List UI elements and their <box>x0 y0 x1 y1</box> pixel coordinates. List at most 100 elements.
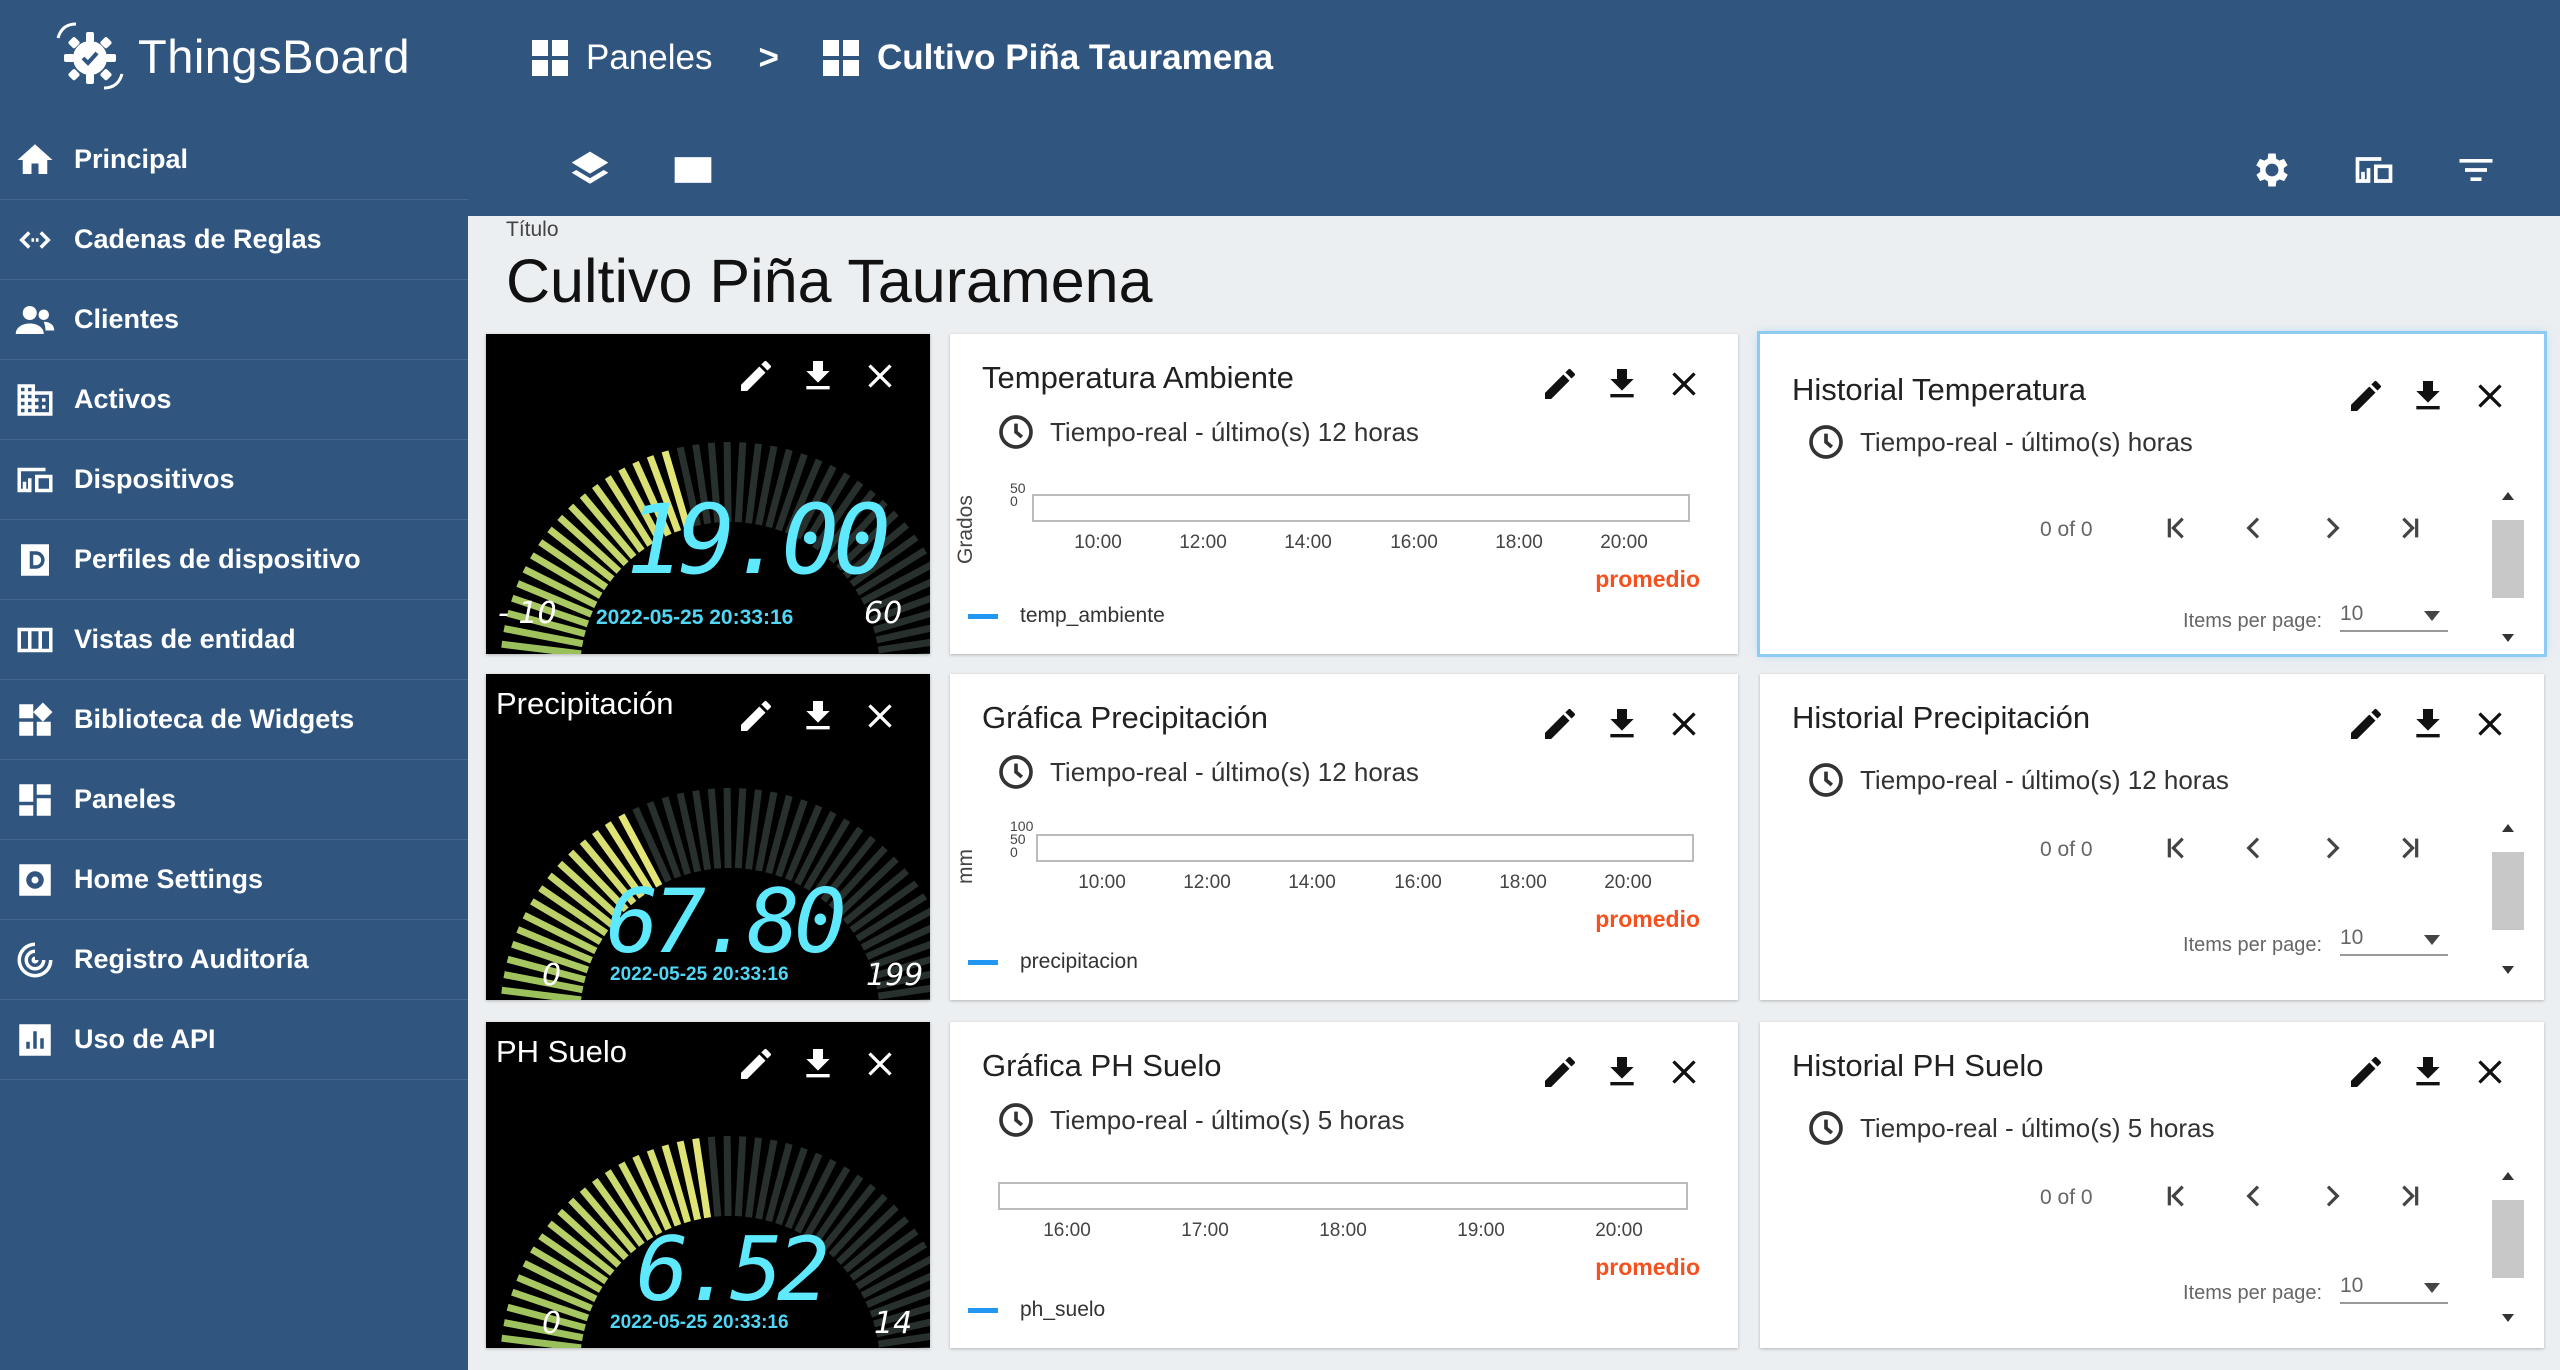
download-icon[interactable] <box>2408 1052 2448 1092</box>
download-icon[interactable] <box>2408 704 2448 744</box>
items-per-page-label: Items per page: <box>2183 934 2322 956</box>
sidebar-item-dispositivos[interactable]: Dispositivos <box>0 440 468 520</box>
chart-legend[interactable]: temp_ambiente <box>968 604 1165 628</box>
table-widget-historial-precipitacion[interactable]: Historial Precipitación Tiempo-real - úl… <box>1760 674 2544 1000</box>
scroll-down-icon[interactable] <box>2500 1312 2516 1324</box>
pagination-count: 0 of 0 <box>2040 518 2093 541</box>
app-logo[interactable]: ThingsBoard <box>52 18 410 94</box>
last-page-icon[interactable] <box>2394 512 2426 544</box>
gauge-min: 0 <box>542 958 562 993</box>
timewindow[interactable]: Tiempo-real - último(s) 12 horas <box>1806 760 2229 800</box>
gauge-value: 19.00 <box>626 484 891 596</box>
last-page-icon[interactable] <box>2394 832 2426 864</box>
chart-plot-area[interactable] <box>998 1182 1688 1210</box>
sidebar-item-home-settings[interactable]: Home Settings <box>0 840 468 920</box>
gauge-widget-temperatura[interactable]: 19.00 2022-05-25 20:33:16 - 10 60 <box>486 334 930 654</box>
caret-down-icon <box>2424 935 2440 945</box>
chart-plot-area[interactable] <box>1032 494 1690 522</box>
chevron-left-icon[interactable] <box>2238 1180 2270 1212</box>
gear-icon <box>2256 153 2288 187</box>
timewindow[interactable]: Tiempo-real - último(s) 12 horas <box>996 752 1419 792</box>
first-page-icon[interactable] <box>2160 832 2192 864</box>
chevron-right-icon[interactable] <box>2316 512 2348 544</box>
pencil-icon[interactable] <box>2346 1052 2386 1092</box>
pencil-icon[interactable] <box>2346 376 2386 416</box>
sidebar-item-clientes[interactable]: Clientes <box>0 280 468 360</box>
sidebar-item-perfiles-de-dispositivo[interactable]: Perfiles de dispositivo <box>0 520 468 600</box>
chart-widget-temperatura-ambiente[interactable]: Temperatura Ambiente Tiempo-real - últim… <box>950 334 1738 654</box>
sidebar-item-principal[interactable]: Principal <box>0 120 468 200</box>
sidebar-item-activos[interactable]: Activos <box>0 360 468 440</box>
chevron-left-icon[interactable] <box>2238 512 2270 544</box>
clock-icon <box>999 415 1033 449</box>
close-icon[interactable] <box>1664 704 1704 744</box>
sidebar-item-registro-auditoria[interactable]: Registro Auditoría <box>0 920 468 1000</box>
gauge-widget-precipitacion[interactable]: Precipitación 67.80 2022-05-25 20:33:16 … <box>486 674 930 1000</box>
scroll-down-icon[interactable] <box>2500 632 2516 644</box>
gauge-min: 0 <box>542 1306 562 1341</box>
gauge-value: 67.80 <box>606 870 847 973</box>
scrollbar[interactable] <box>2492 820 2524 982</box>
widgets-icon <box>19 702 53 736</box>
breadcrumb-parent-label: Paneles <box>586 38 713 77</box>
chart-plot-area[interactable] <box>1036 834 1694 862</box>
items-per-page-select[interactable]: 10 <box>2340 926 2448 956</box>
fullscreen-button[interactable] <box>665 142 721 198</box>
filters-button[interactable] <box>2448 142 2504 198</box>
scroll-up-icon[interactable] <box>2500 490 2516 502</box>
sidebar-item-vistas-de-entidad[interactable]: Vistas de entidad <box>0 600 468 680</box>
chart-widget-ph-suelo[interactable]: Gráfica PH Suelo Tiempo-real - último(s)… <box>950 1022 1738 1348</box>
chevron-right-icon[interactable] <box>2316 1180 2348 1212</box>
chart-widget-precipitacion[interactable]: Gráfica Precipitación Tiempo-real - últi… <box>950 674 1738 1000</box>
scroll-up-icon[interactable] <box>2500 822 2516 834</box>
pencil-icon[interactable] <box>1540 704 1580 744</box>
last-page-icon[interactable] <box>2394 1180 2426 1212</box>
pencil-icon[interactable] <box>1540 364 1580 404</box>
scrollbar[interactable] <box>2492 1168 2524 1330</box>
items-per-page-select[interactable]: 10 <box>2340 1274 2448 1304</box>
gauge-widget-ph-suelo[interactable]: PH Suelo 6.52 2022-05-25 20:33:16 0 14 <box>486 1022 930 1348</box>
scroll-up-icon[interactable] <box>2500 1170 2516 1182</box>
close-icon[interactable] <box>1664 1052 1704 1092</box>
download-icon[interactable] <box>1602 364 1642 404</box>
layers-button[interactable] <box>562 142 618 198</box>
sidebar-item-uso-de-api[interactable]: Uso de API <box>0 1000 468 1080</box>
scroll-thumb[interactable] <box>2492 520 2524 598</box>
scroll-thumb[interactable] <box>2492 852 2524 930</box>
settings-button[interactable] <box>2244 142 2300 198</box>
timewindow[interactable]: Tiempo-real - último(s) horas <box>1806 422 2193 462</box>
pencil-icon[interactable] <box>1540 1052 1580 1092</box>
chevron-right-icon[interactable] <box>2316 832 2348 864</box>
download-icon[interactable] <box>2408 376 2448 416</box>
timewindow[interactable]: Tiempo-real - último(s) 5 horas <box>996 1100 1404 1140</box>
settings-box-icon <box>19 863 51 896</box>
sidebar-item-paneles[interactable]: Paneles <box>0 760 468 840</box>
chart-legend[interactable]: ph_suelo <box>968 1298 1105 1322</box>
table-widget-historial-temperatura[interactable]: Historial Temperatura Tiempo-real - últi… <box>1760 334 2544 654</box>
scroll-thumb[interactable] <box>2492 1200 2524 1278</box>
items-per-page-select[interactable]: 10 <box>2340 602 2448 632</box>
sidebar-item-biblioteca-de-widgets[interactable]: Biblioteca de Widgets <box>0 680 468 760</box>
aggregation-label: promedio <box>1595 906 1700 932</box>
table-widget-historial-ph-suelo[interactable]: Historial PH Suelo Tiempo-real - último(… <box>1760 1022 2544 1348</box>
timewindow[interactable]: Tiempo-real - último(s) 12 horas <box>996 412 1419 452</box>
x-tick: 16:00 <box>1394 872 1442 893</box>
first-page-icon[interactable] <box>2160 1180 2192 1212</box>
breadcrumb-item-paneles[interactable]: Paneles <box>532 38 712 78</box>
timewindow[interactable]: Tiempo-real - último(s) 5 horas <box>1806 1108 2214 1148</box>
first-page-icon[interactable] <box>2160 512 2192 544</box>
chevron-left-icon[interactable] <box>2238 832 2270 864</box>
download-icon[interactable] <box>1602 704 1642 744</box>
sidebar-item-cadenas-de-reglas[interactable]: Cadenas de Reglas <box>0 200 468 280</box>
close-icon[interactable] <box>1664 364 1704 404</box>
close-icon[interactable] <box>2470 376 2510 416</box>
download-icon[interactable] <box>1602 1052 1642 1092</box>
close-icon[interactable] <box>2470 1052 2510 1092</box>
chart-legend[interactable]: precipitacion <box>968 950 1138 974</box>
scrollbar[interactable] <box>2492 488 2524 650</box>
close-icon[interactable] <box>2470 704 2510 744</box>
entity-aliases-button[interactable] <box>2346 142 2402 198</box>
pencil-icon[interactable] <box>2346 704 2386 744</box>
scroll-down-icon[interactable] <box>2500 964 2516 976</box>
x-tick: 14:00 <box>1284 532 1332 553</box>
